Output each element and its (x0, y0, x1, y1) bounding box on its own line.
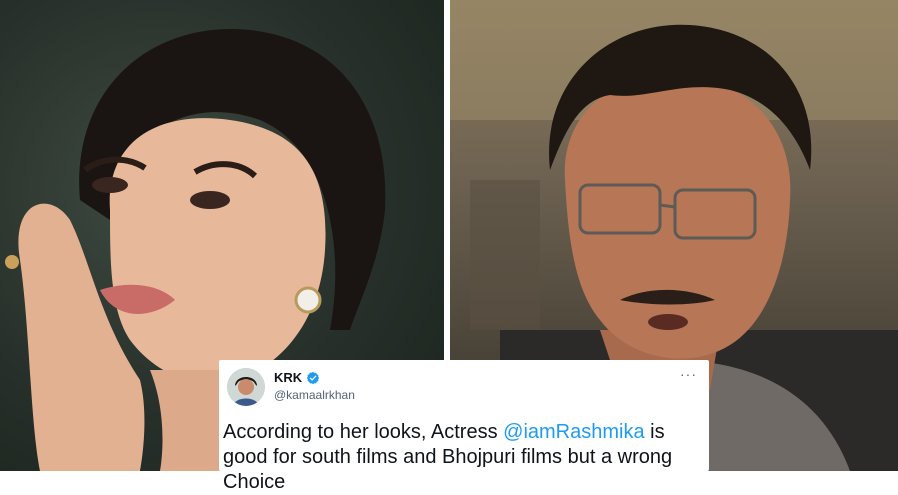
avatar[interactable] (227, 368, 265, 406)
author-handle[interactable]: @kamaalrkhan (274, 388, 355, 402)
avatar-image (227, 368, 265, 406)
tweet-text-before: According to her looks, Actress (223, 421, 504, 443)
verified-badge-icon (307, 371, 320, 384)
author-row: KRK (274, 370, 320, 385)
author-name[interactable]: KRK (274, 370, 302, 385)
tweet-card[interactable]: KRK @kamaalrkhan ··· According to her lo… (219, 360, 709, 493)
more-options-icon[interactable]: ··· (680, 366, 697, 382)
tweet-text: According to her looks, Actress @iamRash… (223, 420, 709, 495)
mention-link[interactable]: @iamRashmika (503, 421, 644, 443)
